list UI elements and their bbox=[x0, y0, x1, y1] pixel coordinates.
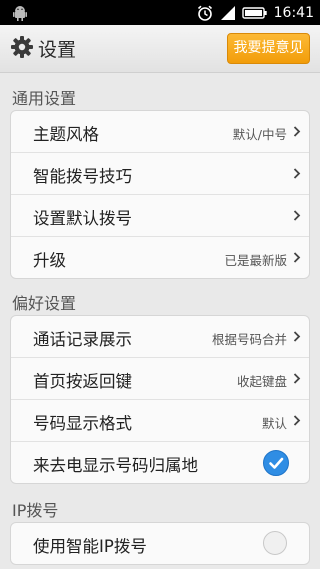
row-value: 收起键盘 bbox=[236, 374, 287, 389]
title-bar: 设置 我要提意见 bbox=[0, 25, 320, 73]
chevron-right-icon bbox=[293, 415, 301, 426]
row-label: 使用智能IP拨号 bbox=[33, 537, 147, 556]
checkmark-icon bbox=[269, 457, 284, 469]
settings-row-smart-ip-dial[interactable]: 使用智能IP拨号 bbox=[11, 523, 309, 564]
row-value: 根据号码合并 bbox=[211, 332, 287, 347]
row-label: 智能拨号技巧 bbox=[33, 167, 132, 186]
chevron-right-icon bbox=[293, 373, 301, 384]
settings-row-smart-dial-tips[interactable]: 智能拨号技巧 bbox=[11, 153, 309, 195]
settings-row-default-dialer[interactable]: 设置默认拨号 bbox=[11, 195, 309, 237]
battery-icon bbox=[241, 6, 267, 19]
row-label: 来去电显示号码归属地 bbox=[33, 456, 198, 475]
settings-row-theme[interactable]: 主题风格 默认/中号 bbox=[11, 111, 309, 153]
status-bar: 16:41 bbox=[0, 0, 320, 25]
alarm-icon bbox=[197, 5, 212, 21]
settings-row-upgrade[interactable]: 升级 已是最新版 bbox=[11, 237, 309, 278]
section-header-general: 通用设置 bbox=[12, 89, 77, 108]
settings-row-caller-location[interactable]: 来去电显示号码归属地 bbox=[11, 442, 309, 483]
section-header-ip-dial: IP拨号 bbox=[12, 501, 59, 520]
chevron-right-icon bbox=[293, 210, 301, 221]
row-value: 默认 bbox=[261, 416, 287, 431]
gear-icon bbox=[11, 36, 33, 58]
row-label: 主题风格 bbox=[33, 125, 99, 144]
caller-location-checkbox[interactable] bbox=[263, 450, 289, 476]
feedback-button[interactable]: 我要提意见 bbox=[227, 33, 310, 64]
preference-settings-card: 通话记录展示 根据号码合并 首页按返回键 收起键盘 号码显示格式 默认 来去电显… bbox=[10, 315, 310, 484]
page-title: 设置 bbox=[38, 39, 77, 61]
ip-dial-card: 使用智能IP拨号 bbox=[10, 522, 310, 565]
row-label: 通话记录展示 bbox=[33, 330, 132, 349]
row-label: 升级 bbox=[33, 251, 66, 270]
signal-icon bbox=[220, 5, 235, 20]
chevron-right-icon bbox=[293, 168, 301, 179]
chevron-right-icon bbox=[293, 252, 301, 263]
chevron-right-icon bbox=[293, 331, 301, 342]
row-value: 已是最新版 bbox=[224, 253, 287, 268]
section-header-preferences: 偏好设置 bbox=[12, 294, 77, 313]
android-notification-icon bbox=[13, 6, 27, 21]
settings-row-home-back-key[interactable]: 首页按返回键 收起键盘 bbox=[11, 358, 309, 400]
smart-ip-dial-checkbox[interactable] bbox=[263, 531, 287, 555]
row-label: 设置默认拨号 bbox=[33, 209, 132, 228]
row-value: 默认/中号 bbox=[232, 127, 287, 142]
general-settings-card: 主题风格 默认/中号 智能拨号技巧 设置默认拨号 升级 已是最新版 bbox=[10, 110, 310, 279]
settings-row-call-log-display[interactable]: 通话记录展示 根据号码合并 bbox=[11, 316, 309, 358]
settings-row-number-format[interactable]: 号码显示格式 默认 bbox=[11, 400, 309, 442]
row-label: 号码显示格式 bbox=[33, 414, 132, 433]
status-time: 16:41 bbox=[273, 4, 314, 21]
chevron-right-icon bbox=[293, 126, 301, 137]
row-label: 首页按返回键 bbox=[33, 372, 132, 391]
